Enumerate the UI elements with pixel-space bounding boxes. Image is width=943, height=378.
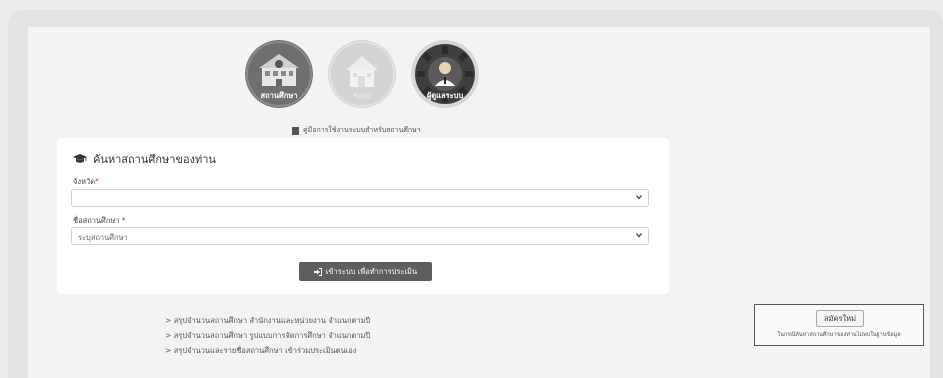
summary-link-item[interactable]: > สรุปจำนวนสถานศึกษา รูปแบบการจัดการศึกษ… <box>165 328 370 343</box>
login-button-label: เข้าระบบ เพื่อทำการประเมิน <box>325 266 418 276</box>
register-button[interactable]: สมัครใหม่ <box>816 310 864 327</box>
register-box: สมัครใหม่ ในกรณีค้นหาสถานศึกษาของท่านไม่… <box>754 304 924 346</box>
graduation-cap-icon <box>73 154 87 163</box>
required-mark: * <box>121 216 126 225</box>
school-label: ชื่อสถานศึกษา * <box>73 216 126 225</box>
province-label: จังหวัด* <box>73 177 99 186</box>
role-admin-label: ผู้ดูแลระบบ <box>426 91 464 100</box>
province-select[interactable] <box>71 189 649 207</box>
required-mark: * <box>95 177 99 186</box>
manual-link[interactable]: คู่มือการใช้งานระบบสำหรับสถานศึกษา <box>292 125 421 136</box>
school-select-placeholder: ระบุสถานศึกษา <box>78 233 128 242</box>
search-card: ค้นหาสถานศึกษาของท่าน จังหวัด* ชื่อสถานศ… <box>57 138 669 294</box>
login-evaluate-button[interactable]: เข้าระบบ เพื่อทำการประเมิน <box>299 262 432 281</box>
search-title-text: ค้นหาสถานศึกษาของท่าน <box>93 153 216 166</box>
summary-link-item[interactable]: > สรุปจำนวนสถานศึกษา สำนักงานและหน่วยงาน… <box>165 313 370 328</box>
chevron-down-icon <box>636 195 642 200</box>
register-note: ในกรณีค้นหาสถานศึกษาของท่านไม่พบในฐานข้อ… <box>777 332 901 338</box>
book-icon <box>292 126 299 135</box>
summary-links: > สรุปจำนวนสถานศึกษา สำนักงานและหน่วยงาน… <box>165 313 370 358</box>
manual-link-text: คู่มือการใช้งานระบบสำหรับสถานศึกษา <box>303 126 421 134</box>
role-school-label: สถานศึกษา <box>260 91 298 100</box>
school-select[interactable]: ระบุสถานศึกษา <box>71 227 649 245</box>
role-selector: สถานศึกษา ระบบ ผู้ดูแลระบบ <box>0 40 943 110</box>
search-card-title: ค้นหาสถานศึกษาของท่าน <box>73 150 216 168</box>
role-school-button[interactable]: สถานศึกษา <box>245 40 313 108</box>
chevron-down-icon <box>636 233 642 238</box>
sign-in-icon <box>313 267 322 276</box>
summary-link-item[interactable]: > สรุปจำนวนและรายชื่อสถานศึกษา เข้าร่วมป… <box>165 343 370 358</box>
role-system-label: ระบบ <box>353 91 371 100</box>
role-system-button[interactable]: ระบบ <box>328 40 396 108</box>
role-admin-button[interactable]: ผู้ดูแลระบบ <box>411 40 479 108</box>
